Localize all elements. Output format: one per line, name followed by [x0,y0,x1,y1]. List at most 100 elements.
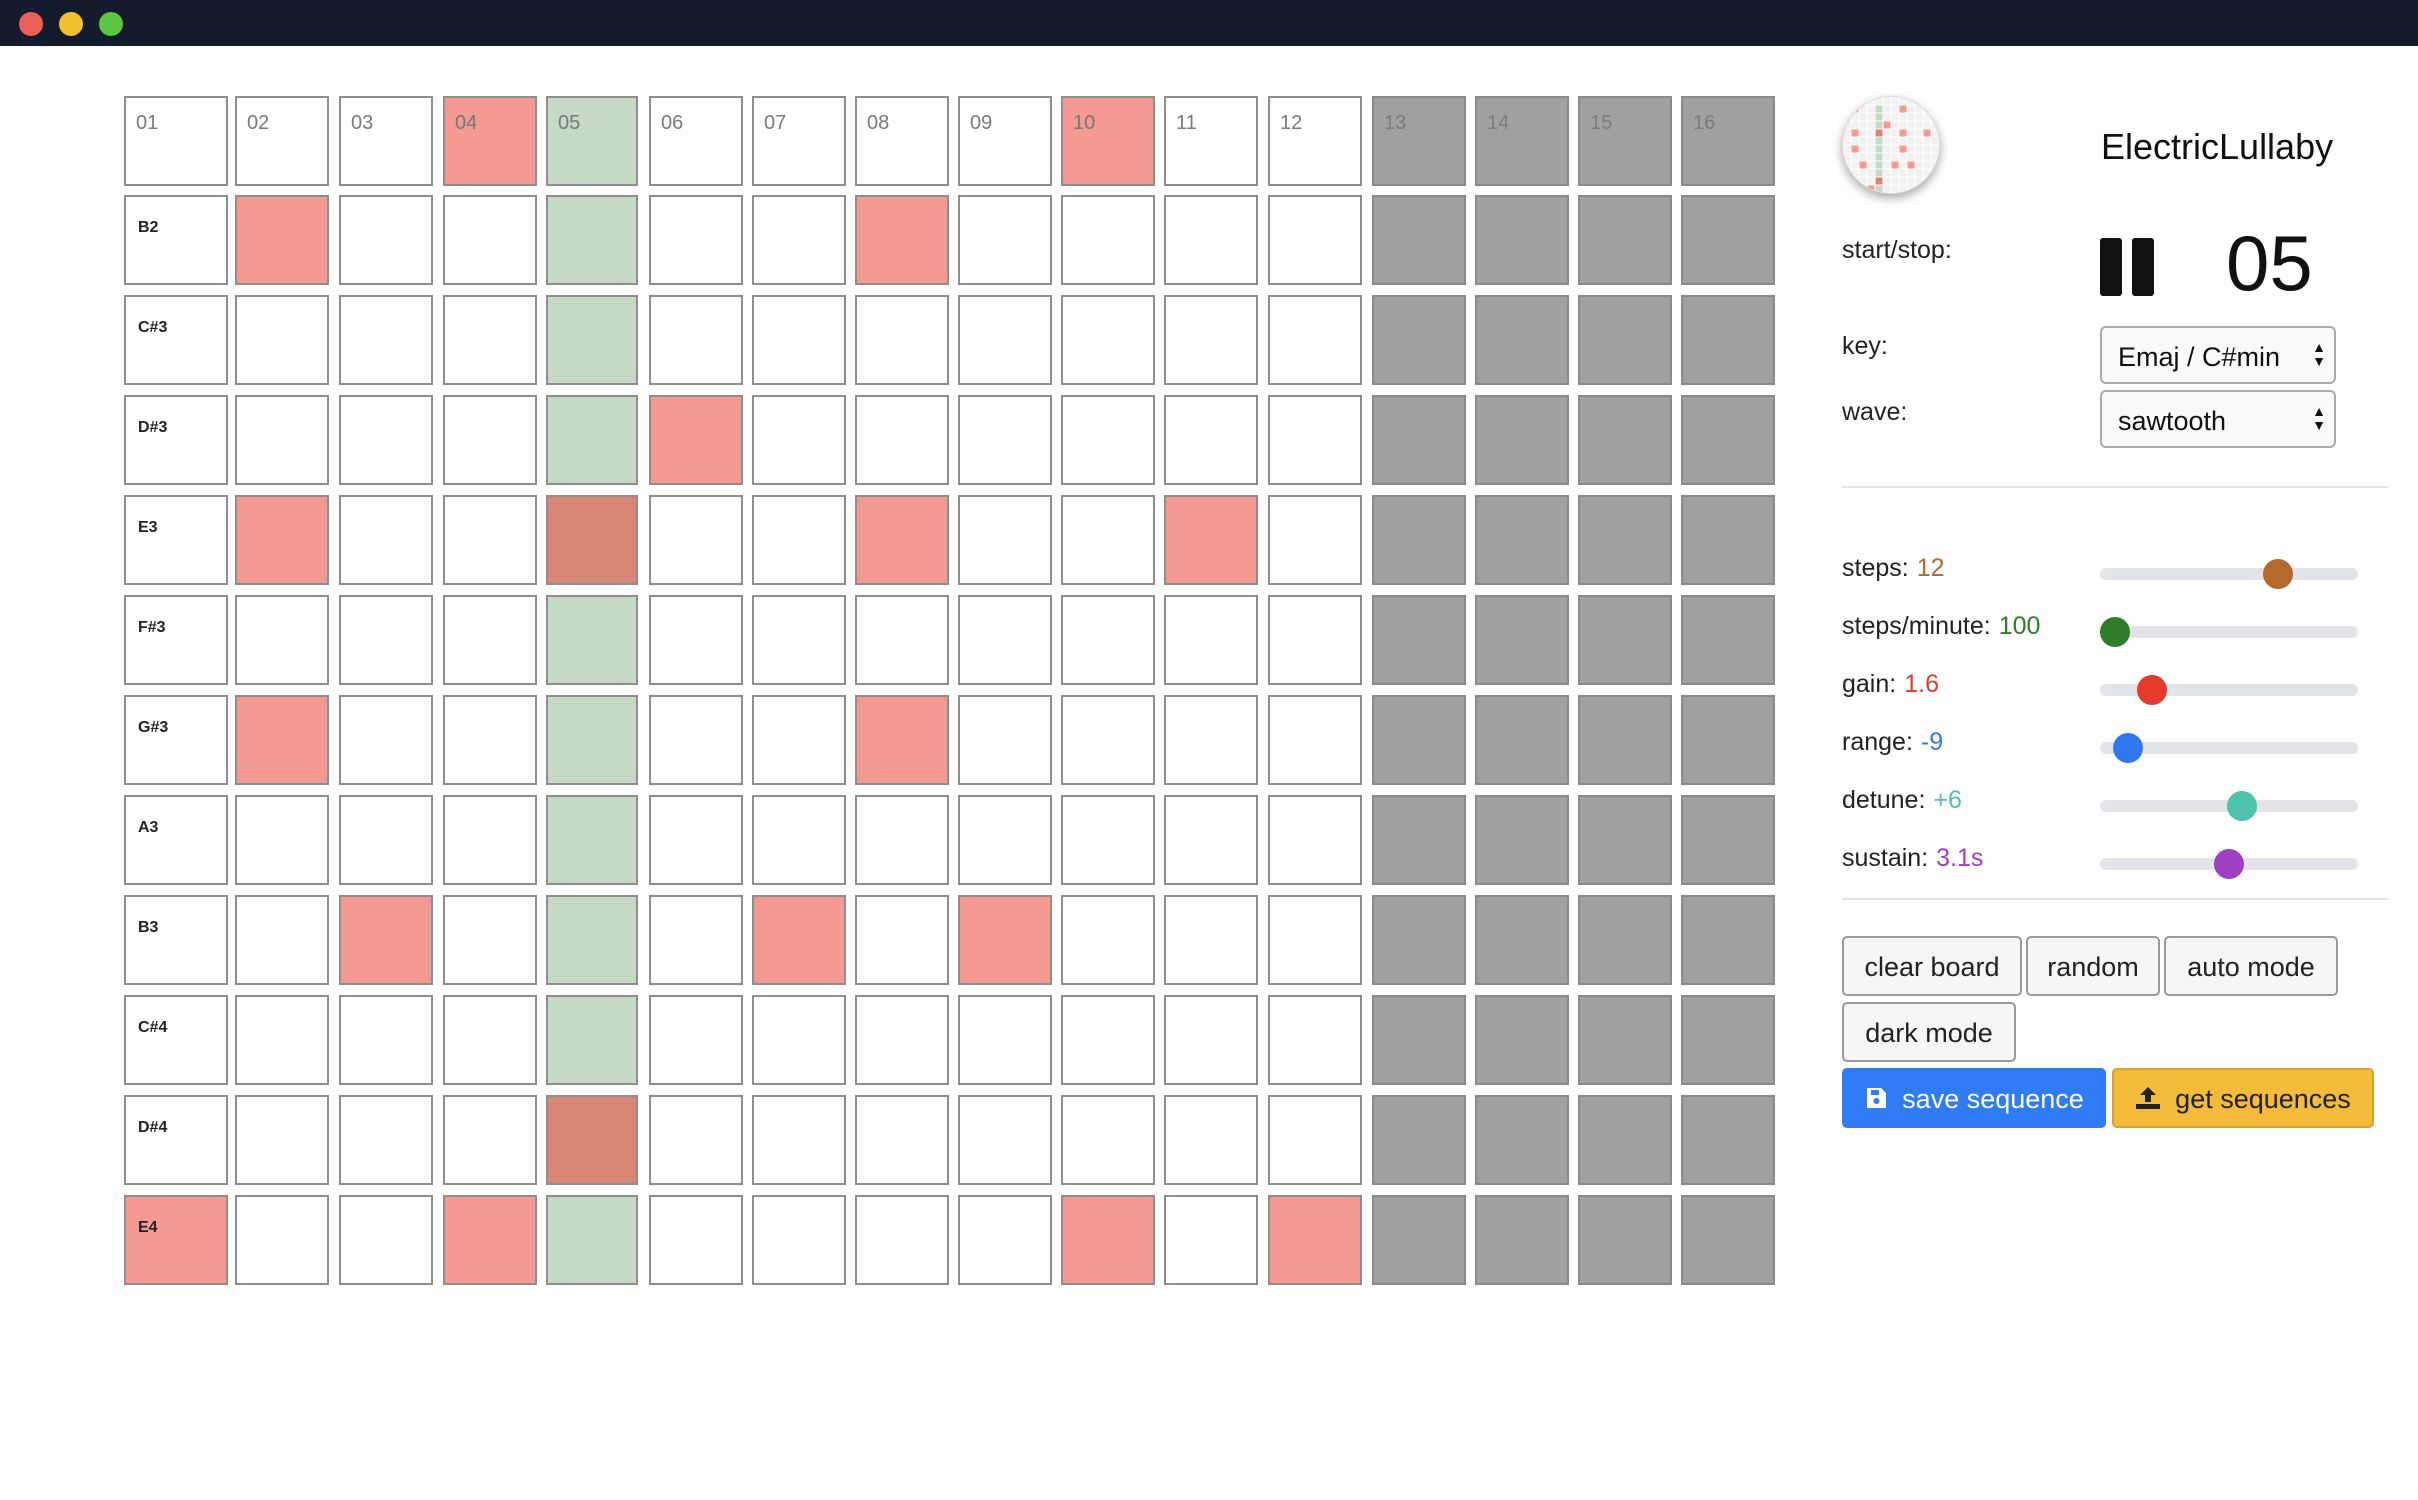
auto-mode-button[interactable]: auto mode [2164,936,2338,996]
grid-cell[interactable] [1061,895,1155,985]
grid-cell[interactable] [1681,495,1775,585]
grid-cell[interactable] [339,1095,433,1185]
grid-cell[interactable] [546,295,638,385]
note-cell[interactable]: B2 [124,195,228,285]
grid-cell[interactable] [1475,695,1569,785]
grid-cell[interactable] [1268,1195,1362,1285]
grid-cell[interactable] [855,495,949,585]
grid-cell[interactable] [235,895,329,985]
grid-cell[interactable] [1578,395,1672,485]
grid-cell[interactable] [1268,195,1362,285]
grid-cell[interactable] [1578,1195,1672,1285]
grid-cell[interactable] [855,595,949,685]
grid-cell[interactable] [958,395,1052,485]
grid-cell[interactable] [1372,1095,1466,1185]
grid-cell[interactable] [339,795,433,885]
grid-cell[interactable] [235,395,329,485]
note-cell[interactable]: A3 [124,795,228,885]
grid-cell[interactable] [1681,895,1775,985]
grid-cell[interactable] [1681,795,1775,885]
grid-cell[interactable] [649,395,743,485]
grid-cell[interactable] [752,795,846,885]
grid-cell[interactable] [235,795,329,885]
close-window-button[interactable] [19,12,43,36]
grid-cell[interactable] [1268,795,1362,885]
grid-cell[interactable] [958,695,1052,785]
grid-cell[interactable] [1061,1095,1155,1185]
grid-cell[interactable] [752,395,846,485]
grid-cell[interactable] [649,1095,743,1185]
grid-cell[interactable] [1164,1195,1258,1285]
grid-cell[interactable] [546,795,638,885]
grid-cell[interactable] [958,1195,1052,1285]
note-cell[interactable]: E4 [124,1195,228,1285]
grid-cell[interactable] [855,295,949,385]
grid-cell[interactable] [339,895,433,985]
note-cell[interactable]: F#3 [124,595,228,685]
step-header-cell[interactable]: 16 [1681,96,1775,186]
grid-cell[interactable] [752,1095,846,1185]
grid-cell[interactable] [1681,295,1775,385]
save-sequence-button[interactable]: save sequence [1842,1068,2106,1128]
grid-cell[interactable] [339,595,433,685]
step-header-cell[interactable]: 13 [1372,96,1466,186]
grid-cell[interactable] [235,495,329,585]
grid-cell[interactable] [1164,795,1258,885]
grid-cell[interactable] [1681,1195,1775,1285]
grid-cell[interactable] [1681,595,1775,685]
grid-cell[interactable] [958,895,1052,985]
get-sequences-button[interactable]: get sequences [2112,1068,2374,1128]
grid-cell[interactable] [443,295,537,385]
random-button[interactable]: random [2026,936,2160,996]
grid-cell[interactable] [1268,295,1362,385]
grid-cell[interactable] [546,895,638,985]
step-header-cell[interactable]: 08 [855,96,949,186]
grid-cell[interactable] [546,595,638,685]
grid-cell[interactable] [443,595,537,685]
note-cell[interactable]: G#3 [124,695,228,785]
grid-cell[interactable] [1372,795,1466,885]
grid-cell[interactable] [1061,295,1155,385]
grid-cell[interactable] [649,1195,743,1285]
grid-cell[interactable] [546,195,638,285]
grid-cell[interactable] [1372,195,1466,285]
grid-cell[interactable] [443,1095,537,1185]
grid-cell[interactable] [1268,895,1362,985]
grid-cell[interactable] [958,1095,1052,1185]
grid-cell[interactable] [752,195,846,285]
grid-cell[interactable] [855,395,949,485]
grid-cell[interactable] [546,1095,638,1185]
grid-cell[interactable] [1578,495,1672,585]
wave-select[interactable]: sawtooth ▲ ▼ [2100,390,2336,448]
grid-cell[interactable] [855,895,949,985]
grid-cell[interactable] [339,1195,433,1285]
grid-cell[interactable] [1578,595,1672,685]
grid-cell[interactable] [649,195,743,285]
grid-cell[interactable] [855,1195,949,1285]
detune-slider-thumb[interactable] [2226,791,2257,821]
step-header-cell[interactable]: 01 [124,96,228,186]
sequence-thumbnail-icon[interactable] [1842,96,1940,194]
grid-cell[interactable] [1372,595,1466,685]
step-header-cell[interactable]: 10 [1061,96,1155,186]
grid-cell[interactable] [443,895,537,985]
grid-cell[interactable] [235,1095,329,1185]
grid-cell[interactable] [855,1095,949,1185]
grid-cell[interactable] [1578,895,1672,985]
grid-cell[interactable] [1681,695,1775,785]
step-header-cell[interactable]: 11 [1164,96,1258,186]
grid-cell[interactable] [1475,495,1569,585]
grid-cell[interactable] [1578,995,1672,1085]
grid-cell[interactable] [1578,795,1672,885]
grid-cell[interactable] [235,695,329,785]
grid-cell[interactable] [958,495,1052,585]
grid-cell[interactable] [546,1195,638,1285]
grid-cell[interactable] [339,995,433,1085]
grid-cell[interactable] [339,395,433,485]
grid-cell[interactable] [546,395,638,485]
grid-cell[interactable] [1372,495,1466,585]
grid-cell[interactable] [546,995,638,1085]
grid-cell[interactable] [546,495,638,585]
gain-slider[interactable] [2100,675,2358,705]
grid-cell[interactable] [339,495,433,585]
